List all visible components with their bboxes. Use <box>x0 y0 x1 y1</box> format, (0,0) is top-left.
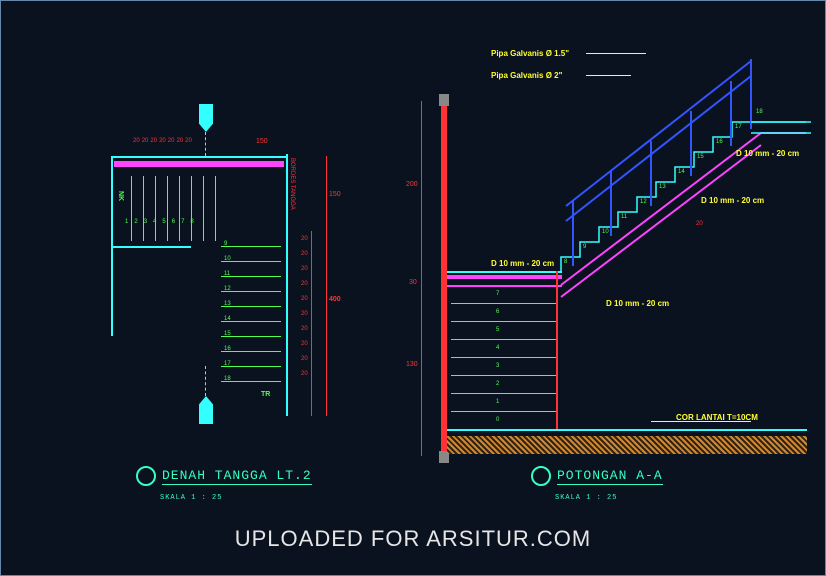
label-pipe1: Pipa Galvanis Ø 1.5" <box>491 49 569 58</box>
step-num: 10 <box>602 229 609 235</box>
label-rebar2: D 10 mm - 20 cm <box>701 196 764 205</box>
title-circle-icon <box>531 466 551 486</box>
title-plan-text: DENAH TANGGA LT.2 <box>162 468 312 485</box>
ground-hatch <box>447 436 807 454</box>
label-rebar1: D 10 mm - 20 cm <box>491 259 554 268</box>
step-num: 15 <box>697 154 704 160</box>
upper-stair-outline <box>401 41 811 461</box>
dim-line-v <box>326 156 327 416</box>
plan-step-nums-right: 9 10 11 12 13 14 15 16 17 18 <box>224 241 231 391</box>
label-bordes: BORDES TANGGA <box>289 158 295 210</box>
label-pipe2: Pipa Galvanis Ø 2" <box>491 71 562 80</box>
step-num: 17 <box>735 124 742 130</box>
step-num: 14 <box>678 169 685 175</box>
section-arrow-top <box>199 104 213 132</box>
dim-row-top: 20 20 20 20 20 20 20 <box>133 138 194 144</box>
wall <box>111 246 191 248</box>
label-rebar3: D 10 mm - 20 cm <box>736 149 799 158</box>
dim-150b: 150 <box>329 191 341 198</box>
step-num: 13 <box>659 184 666 190</box>
dim-150: 150 <box>256 138 268 145</box>
step-num: 18 <box>756 109 763 115</box>
section-arrow-bot <box>199 396 213 424</box>
step-num: 8 <box>564 259 567 265</box>
dim-30: 30 <box>409 279 417 286</box>
step-num: 16 <box>716 139 723 145</box>
floor-line <box>447 429 807 431</box>
title-section: POTONGAN A-A SKALA 1 : 25 <box>531 466 663 502</box>
label-rebar4: D 10 mm - 20 cm <box>606 299 669 308</box>
title-plan: DENAH TANGGA LT.2 SKALA 1 : 25 <box>136 466 312 502</box>
title-section-text: POTONGAN A-A <box>557 468 663 485</box>
dim-400: 400 <box>329 296 341 303</box>
title-circle-icon <box>136 466 156 486</box>
dim-130: 130 <box>406 361 418 368</box>
landing-top <box>114 161 284 167</box>
wall <box>286 154 288 416</box>
plan-step-nums-left: 1 2 3 4 5 6 7 8 <box>125 219 194 225</box>
plan-view: 20 20 20 20 20 20 20 150 1 2 3 4 5 6 7 8 <box>71 96 341 416</box>
dim-20-col: 20 20 20 20 20 20 20 20 20 20 <box>301 236 308 386</box>
wall <box>111 156 288 158</box>
cad-canvas: { "watermark": "UPLOADED FOR ARSITUR.COM… <box>0 0 826 576</box>
label-tr: TR <box>261 391 270 398</box>
title-plan-scale: SKALA 1 : 25 <box>160 494 222 502</box>
section-view: 7 6 5 4 3 2 1 0 <box>401 41 811 461</box>
step-num: 11 <box>621 214 627 220</box>
step-num: 9 <box>583 244 586 250</box>
step-num: 12 <box>640 199 647 205</box>
dim-line-left <box>421 101 422 456</box>
title-section-scale: SKALA 1 : 25 <box>555 494 617 502</box>
dim-200: 200 <box>406 181 418 188</box>
label-nk: NK <box>117 191 124 201</box>
dim-line-v2 <box>311 231 312 416</box>
dim-20: 20 <box>696 221 703 227</box>
watermark: UPLOADED FOR ARSITUR.COM <box>1 526 825 552</box>
